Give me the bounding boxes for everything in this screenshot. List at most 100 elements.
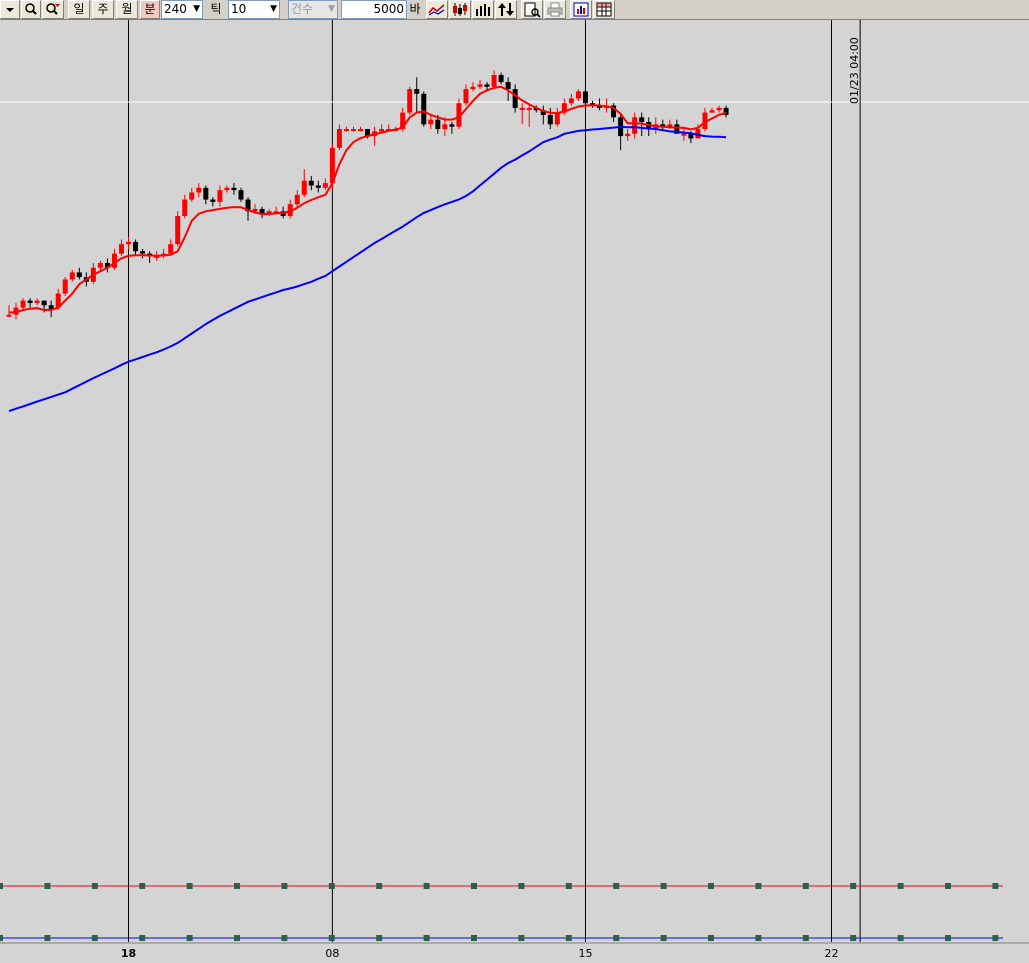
x-tick-label: 15 [578, 947, 592, 960]
bars-unit-label: 바 [409, 2, 421, 16]
candle-body [709, 110, 715, 113]
blue-indicator-marker [755, 935, 762, 941]
bars-input[interactable]: 5000 [341, 0, 407, 19]
candle-body [140, 251, 146, 254]
candle-body [315, 185, 321, 188]
candle-body [210, 199, 216, 202]
page-search-icon[interactable] [521, 0, 543, 19]
blue-indicator-marker [992, 935, 999, 941]
candle-body [505, 82, 511, 90]
x-tick-label: 18 [121, 947, 136, 960]
period-month-button[interactable]: 월 [116, 0, 138, 19]
interval-select[interactable]: 240 ▼ [161, 0, 203, 19]
period-day-button[interactable]: 일 [68, 0, 90, 19]
candle-body [34, 300, 40, 303]
candle-body [189, 192, 195, 200]
candle-body [477, 84, 483, 87]
sort-arrows-icon[interactable] [495, 0, 517, 19]
candle-body [442, 124, 448, 130]
x-tick-label: 22 [825, 947, 839, 960]
candle-body [428, 119, 434, 125]
red-indicator-marker [281, 883, 288, 889]
blue-indicator-marker [376, 935, 383, 941]
chevron-down-icon: ▼ [270, 4, 277, 14]
candle-body [20, 300, 26, 308]
red-indicator-marker [660, 883, 667, 889]
red-indicator-marker [708, 883, 714, 889]
candle-body [182, 199, 188, 216]
blue-indicator-marker [518, 935, 525, 941]
candle-body [491, 75, 497, 87]
period-minute-button[interactable]: 분 [140, 0, 160, 19]
candle-body [519, 107, 525, 110]
bar-chart-icon[interactable] [472, 0, 494, 19]
candle-chart-icon[interactable] [449, 0, 471, 19]
red-indicator-marker [91, 883, 98, 889]
candle-body [238, 190, 244, 200]
candle-body [69, 272, 75, 280]
blue-indicator-marker [328, 935, 335, 941]
red-indicator-marker [518, 883, 525, 889]
candle-body [470, 86, 476, 90]
candle-body [526, 107, 532, 110]
zoom-icon[interactable] [21, 0, 41, 19]
chart-toolbar: 일 주 월 분 240 ▼ 틱 10 ▼ 건수 ▼ 5000 바 [0, 0, 1029, 20]
blue-indicator-marker [281, 935, 288, 941]
candle-body [575, 91, 581, 99]
red-indicator-marker [992, 883, 999, 889]
red-indicator-marker [897, 883, 904, 889]
count-select[interactable]: 건수 ▼ [288, 0, 338, 19]
candle-body [118, 244, 124, 254]
line-chart-icon[interactable] [426, 0, 448, 19]
period-week-button[interactable]: 주 [92, 0, 114, 19]
dropdown-arrow-icon[interactable] [0, 0, 20, 19]
red-indicator-marker [802, 883, 809, 889]
red-indicator-marker [471, 883, 477, 889]
candle-body [76, 272, 82, 278]
candlestick-chart[interactable]: 01/23 04:00 18 08 15 22 [0, 20, 1029, 963]
tick-value: 10 [231, 2, 247, 16]
blue-indicator-marker [91, 935, 98, 941]
export-chart-icon[interactable] [570, 0, 592, 19]
candle-body [97, 263, 103, 268]
candle-body [126, 241, 132, 245]
candle-body [379, 129, 385, 132]
zoom-out-icon[interactable] [42, 0, 64, 19]
red-indicator-marker [945, 883, 951, 889]
candle-body [463, 89, 469, 104]
candle-body [547, 114, 553, 125]
candle-body [217, 190, 223, 202]
blue-indicator-marker [186, 935, 193, 941]
candle-body [294, 194, 300, 205]
x-tick-label: 08 [325, 947, 339, 960]
candle-body [435, 119, 441, 130]
red-indicator-marker [139, 883, 146, 889]
candle-body [358, 129, 363, 132]
blue-indicator-marker [613, 935, 620, 941]
candle-body [41, 300, 47, 306]
candle-body [449, 124, 455, 127]
red-indicator-marker [0, 883, 3, 889]
candle-body [62, 279, 68, 294]
candle-body [512, 89, 518, 108]
candle-body [582, 91, 588, 104]
chevron-down-icon: ▼ [328, 4, 335, 14]
candle-body [498, 75, 504, 83]
candle-body [111, 253, 117, 268]
crosshair-datetime-label: 01/23 04:00 [848, 37, 861, 104]
candle-body [27, 300, 33, 303]
blue-indicator-marker [0, 935, 3, 941]
table-grid-icon[interactable] [593, 0, 615, 19]
tick-select[interactable]: 10 ▼ [228, 0, 280, 19]
printer-icon[interactable] [544, 0, 566, 19]
red-indicator-marker [186, 883, 193, 889]
candle-body [203, 187, 209, 200]
blue-indicator-marker [471, 935, 477, 941]
blue-indicator-marker [897, 935, 904, 941]
candle-body [343, 129, 349, 132]
candle-body [681, 133, 687, 136]
candle-body [639, 117, 645, 122]
candle-body [625, 133, 631, 137]
candle-body [175, 216, 181, 245]
candle-body [716, 107, 722, 111]
